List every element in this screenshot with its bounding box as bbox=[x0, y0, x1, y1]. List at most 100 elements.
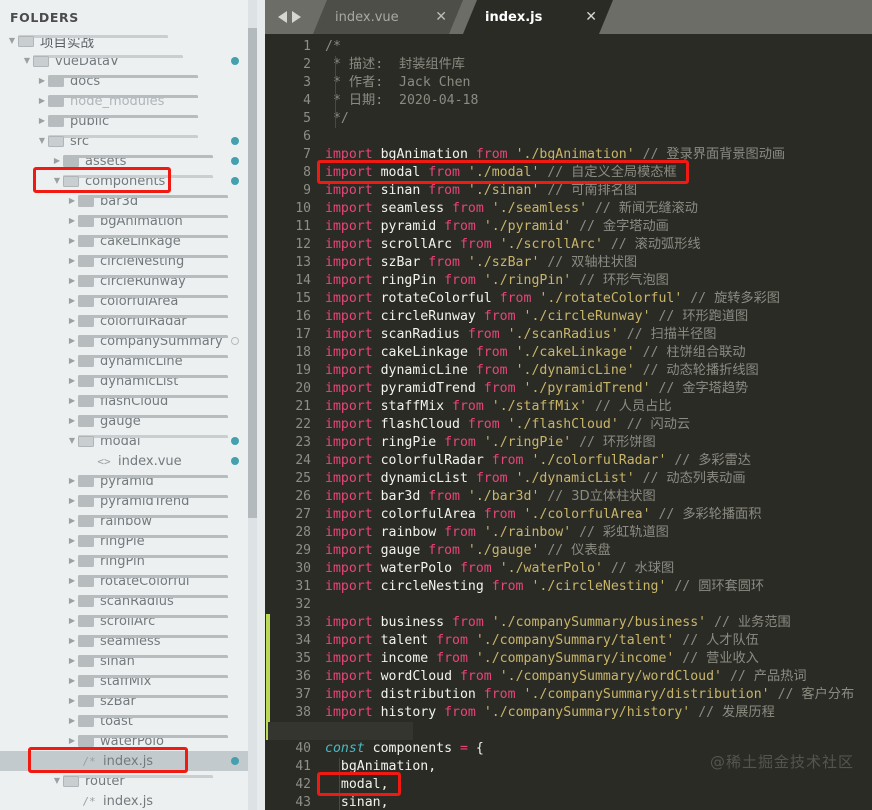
chevron-right-icon[interactable]: ▶ bbox=[66, 297, 78, 305]
tree-item-index-js[interactable]: ▶ /* index.js bbox=[0, 791, 265, 810]
chevron-right-icon[interactable]: ▶ bbox=[66, 577, 78, 585]
tree-item-toast[interactable]: ▶ toast bbox=[0, 711, 265, 731]
chevron-right-icon[interactable]: ▶ bbox=[36, 77, 48, 85]
tree-item-router[interactable]: ▼ router bbox=[0, 771, 265, 791]
chevron-down-icon[interactable]: ▼ bbox=[66, 437, 78, 445]
tree-item-assets[interactable]: ▶ assets bbox=[0, 151, 265, 171]
code-line[interactable]: import business from './companySummary/b… bbox=[325, 614, 791, 632]
tree-item-cakelinkage[interactable]: ▶ cakeLinkage bbox=[0, 231, 265, 251]
code-line[interactable]: import rotateColorful from './rotateColo… bbox=[325, 290, 780, 308]
chevron-right-icon[interactable]: ▶ bbox=[66, 537, 78, 545]
chevron-right-icon[interactable]: ▶ bbox=[66, 337, 78, 345]
chevron-down-icon[interactable]: ▼ bbox=[36, 137, 48, 145]
tree-item-szbar[interactable]: ▶ szBar bbox=[0, 691, 265, 711]
tree-item-circlenesting[interactable]: ▶ circleNesting bbox=[0, 251, 265, 271]
tree-item-bganimation[interactable]: ▶ bgAnimation bbox=[0, 211, 265, 231]
tree-item-bar3d[interactable]: ▶ bar3d bbox=[0, 191, 265, 211]
code-line[interactable]: import wordCloud from './companySummary/… bbox=[325, 668, 807, 686]
nav-forward-icon[interactable] bbox=[291, 11, 301, 23]
chevron-right-icon[interactable]: ▶ bbox=[36, 117, 48, 125]
chevron-down-icon[interactable]: ▼ bbox=[51, 777, 63, 785]
chevron-right-icon[interactable]: ▶ bbox=[66, 597, 78, 605]
code-line[interactable]: import income from './companySummary/inc… bbox=[325, 650, 759, 668]
code-line[interactable]: import colorfulArea from './colorfulArea… bbox=[325, 506, 761, 524]
code-line[interactable]: import circleRunway from './circleRunway… bbox=[325, 308, 748, 326]
chevron-right-icon[interactable]: ▶ bbox=[66, 357, 78, 365]
chevron-right-icon[interactable]: ▶ bbox=[66, 417, 78, 425]
code-line[interactable]: import bgAnimation from './bgAnimation' … bbox=[325, 146, 785, 164]
tree-item-public[interactable]: ▶ public bbox=[0, 111, 265, 131]
tree-item-node-modules[interactable]: ▶ node_modules bbox=[0, 91, 265, 111]
code-line[interactable]: import pyramid from './pyramid' // 金字塔动画 bbox=[325, 218, 669, 236]
chevron-right-icon[interactable]: ▶ bbox=[66, 677, 78, 685]
file-tree[interactable]: ▼ 项目实战 ▼ vueDataV ▶ docs ▶ node_modules ▶ public ▼… bbox=[0, 31, 265, 810]
code-line[interactable]: import modal from './modal' // 自定义全局模态框 bbox=[325, 164, 677, 182]
close-icon[interactable]: ✕ bbox=[557, 10, 597, 24]
code-line[interactable]: modal, bbox=[325, 776, 389, 794]
chevron-right-icon[interactable]: ▶ bbox=[66, 737, 78, 745]
chevron-right-icon[interactable]: ▶ bbox=[51, 157, 63, 165]
tree-item-pyramidtrend[interactable]: ▶ pyramidTrend bbox=[0, 491, 265, 511]
code-line[interactable]: const components = { bbox=[325, 740, 484, 758]
code-line[interactable]: import gauge from './gauge' // 仪表盘 bbox=[325, 542, 611, 560]
code-line[interactable]: import sinan from './sinan' // 可南排名图 bbox=[325, 182, 637, 200]
tree-item-dynamiclist[interactable]: ▶ dynamicList bbox=[0, 371, 265, 391]
tab-index-vue[interactable]: index.vue ✕ bbox=[313, 0, 463, 34]
chevron-right-icon[interactable]: ▶ bbox=[66, 617, 78, 625]
code-line[interactable]: import history from './companySummary/hi… bbox=[325, 704, 775, 722]
code-line[interactable]: * 日期: 2020-04-18 bbox=[325, 92, 478, 110]
code-line[interactable]: import ringPin from './ringPin' // 环形气泡图 bbox=[325, 272, 669, 290]
code-line[interactable]: */ bbox=[325, 110, 349, 128]
code-line[interactable]: import staffMix from './staffMix' // 人员占… bbox=[325, 398, 672, 416]
chevron-right-icon[interactable]: ▶ bbox=[36, 97, 48, 105]
code-line[interactable]: import rainbow from './rainbow' // 彩虹轨道图 bbox=[325, 524, 669, 542]
code-line[interactable]: import pyramidTrend from './pyramidTrend… bbox=[325, 380, 748, 398]
code-line[interactable]: import colorfulRadar from './colorfulRad… bbox=[325, 452, 751, 470]
code-line[interactable]: import ringPie from './ringPie' // 环形饼图 bbox=[325, 434, 656, 452]
file-explorer-sidebar[interactable]: FOLDERS ▼ 项目实战 ▼ vueDataV ▶ docs ▶ node_modules… bbox=[0, 0, 265, 810]
code-line[interactable]: * 作者: Jack Chen bbox=[325, 74, 471, 92]
tree-item-waterpolo[interactable]: ▶ waterPolo bbox=[0, 731, 265, 751]
tree-item-modal[interactable]: ▼ modal bbox=[0, 431, 265, 451]
sidebar-scrollbar-thumb[interactable] bbox=[248, 28, 257, 518]
tree-item-scrollarc[interactable]: ▶ scrollArc bbox=[0, 611, 265, 631]
code-line[interactable]: bgAnimation, bbox=[325, 758, 436, 776]
tree-item-src[interactable]: ▼ src bbox=[0, 131, 265, 151]
tree-item-staffmix[interactable]: ▶ staffMix bbox=[0, 671, 265, 691]
tree-item-colorfularea[interactable]: ▶ colorfulArea bbox=[0, 291, 265, 311]
tree-item-pyramid[interactable]: ▶ pyramid bbox=[0, 471, 265, 491]
chevron-down-icon[interactable]: ▼ bbox=[51, 177, 63, 185]
chevron-right-icon[interactable]: ▶ bbox=[66, 317, 78, 325]
chevron-right-icon[interactable]: ▶ bbox=[66, 397, 78, 405]
tree-item-rainbow[interactable]: ▶ rainbow bbox=[0, 511, 265, 531]
chevron-right-icon[interactable]: ▶ bbox=[66, 697, 78, 705]
code-line[interactable]: import circleNesting from './circleNesti… bbox=[325, 578, 764, 596]
chevron-down-icon[interactable]: ▼ bbox=[6, 37, 18, 45]
chevron-right-icon[interactable]: ▶ bbox=[66, 717, 78, 725]
close-icon[interactable]: ✕ bbox=[407, 10, 447, 24]
code-line[interactable]: import seamless from './seamless' // 新闻无… bbox=[325, 200, 698, 218]
tree-item-scanradius[interactable]: ▶ scanRadius bbox=[0, 591, 265, 611]
code-line[interactable]: import szBar from './szBar' // 双轴柱状图 bbox=[325, 254, 637, 272]
code-line[interactable]: import talent from './companySummary/tal… bbox=[325, 632, 759, 650]
tree-item-vuedatav[interactable]: ▼ vueDataV bbox=[0, 51, 265, 71]
code-line[interactable]: import scrollArc from './scrollArc' // 滚… bbox=[325, 236, 701, 254]
chevron-right-icon[interactable]: ▶ bbox=[66, 217, 78, 225]
chevron-right-icon[interactable]: ▶ bbox=[66, 517, 78, 525]
tab-index-js[interactable]: index.js ✕ bbox=[463, 0, 613, 34]
code-line[interactable]: import waterPolo from './waterPolo' // 水… bbox=[325, 560, 674, 578]
code-content-area[interactable]: 1 2 3 4 5 6 7 8 9 10 11 12 13 14 15 16 17 18 19 20 21 22 23 24 2… bbox=[265, 34, 872, 810]
code-line[interactable]: import dynamicList from './dynamicList' … bbox=[325, 470, 746, 488]
code-line[interactable]: import cakeLinkage from './cakeLinkage' … bbox=[325, 344, 746, 362]
tree-item-dynamicline[interactable]: ▶ dynamicLine bbox=[0, 351, 265, 371]
chevron-right-icon[interactable]: ▶ bbox=[66, 637, 78, 645]
tab-navigation[interactable] bbox=[265, 0, 313, 34]
tree-item-ringpin[interactable]: ▶ ringPin bbox=[0, 551, 265, 571]
chevron-right-icon[interactable]: ▶ bbox=[66, 257, 78, 265]
tree-item-seamless[interactable]: ▶ seamless bbox=[0, 631, 265, 651]
chevron-right-icon[interactable]: ▶ bbox=[66, 277, 78, 285]
nav-back-icon[interactable] bbox=[277, 11, 287, 23]
chevron-right-icon[interactable]: ▶ bbox=[66, 497, 78, 505]
tree-item-colorfulradar[interactable]: ▶ colorfulRadar bbox=[0, 311, 265, 331]
tree-item-flashcloud[interactable]: ▶ flashCloud bbox=[0, 391, 265, 411]
